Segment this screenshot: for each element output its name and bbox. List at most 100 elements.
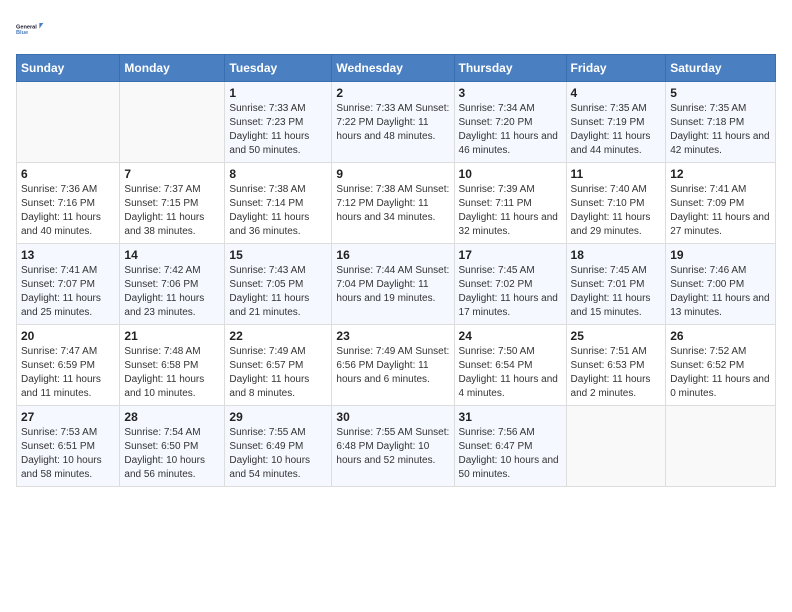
day-number: 9 [336,167,449,181]
calendar-cell: 19 Sunrise: 7:46 AM Sunset: 7:00 PM Dayli… [666,244,776,325]
calendar-cell: 29 Sunrise: 7:55 AM Sunset: 6:49 PM Dayli… [225,406,332,487]
day-info: Sunrise: 7:55 AM Sunset: 6:49 PM Dayligh… [229,426,327,482]
calendar-cell: 5 Sunrise: 7:35 AM Sunset: 7:18 PM Daylig… [666,82,776,163]
logo: GeneralBlue [16,16,44,44]
calendar-cell: 14 Sunrise: 7:42 AM Sunset: 7:06 PM Dayli… [120,244,225,325]
calendar-cell: 22 Sunrise: 7:49 AM Sunset: 6:57 PM Dayli… [225,325,332,406]
day-info: Sunrise: 7:41 AM Sunset: 7:09 PM Dayligh… [670,183,771,239]
day-number: 25 [571,329,662,343]
calendar-cell: 12 Sunrise: 7:41 AM Sunset: 7:09 PM Dayli… [666,163,776,244]
calendar-cell: 4 Sunrise: 7:35 AM Sunset: 7:19 PM Daylig… [566,82,666,163]
day-number: 20 [21,329,115,343]
day-number: 13 [21,248,115,262]
day-info: Sunrise: 7:35 AM Sunset: 7:19 PM Dayligh… [571,102,662,158]
day-number: 10 [459,167,562,181]
calendar-cell: 30 Sunrise: 7:55 AM Sunset: 6:48 PM Dayli… [332,406,454,487]
week-row-2: 13 Sunrise: 7:41 AM Sunset: 7:07 PM Dayli… [17,244,776,325]
calendar-cell: 25 Sunrise: 7:51 AM Sunset: 6:53 PM Dayli… [566,325,666,406]
header-wednesday: Wednesday [332,55,454,82]
day-number: 8 [229,167,327,181]
calendar-cell: 13 Sunrise: 7:41 AM Sunset: 7:07 PM Dayli… [17,244,120,325]
day-number: 23 [336,329,449,343]
day-number: 11 [571,167,662,181]
calendar-cell [566,406,666,487]
day-info: Sunrise: 7:50 AM Sunset: 6:54 PM Dayligh… [459,345,562,401]
day-info: Sunrise: 7:51 AM Sunset: 6:53 PM Dayligh… [571,345,662,401]
calendar-cell: 2Sunrise: 7:33 AM Sunset: 7:22 PM Daylig… [332,82,454,163]
calendar-cell: 31 Sunrise: 7:56 AM Sunset: 6:47 PM Dayli… [454,406,566,487]
calendar-cell: 27Sunrise: 7:53 AM Sunset: 6:51 PM Dayli… [17,406,120,487]
calendar-cell: 18 Sunrise: 7:45 AM Sunset: 7:01 PM Dayli… [566,244,666,325]
day-info: Sunrise: 7:56 AM Sunset: 6:47 PM Dayligh… [459,426,562,482]
day-number: 17 [459,248,562,262]
header-sunday: Sunday [17,55,120,82]
calendar-cell: 17Sunrise: 7:45 AM Sunset: 7:02 PM Dayli… [454,244,566,325]
calendar-cell [120,82,225,163]
svg-text:Blue: Blue [16,30,28,36]
calendar-cell: 24 Sunrise: 7:50 AM Sunset: 6:54 PM Dayli… [454,325,566,406]
day-info: Sunrise: 7:54 AM Sunset: 6:50 PM Dayligh… [124,426,220,482]
day-info: Sunrise: 7:45 AM Sunset: 7:01 PM Dayligh… [571,264,662,320]
calendar-header-row: SundayMondayTuesdayWednesdayThursdayFrid… [17,55,776,82]
week-row-1: 6 Sunrise: 7:36 AM Sunset: 7:16 PM Daylig… [17,163,776,244]
calendar-cell: 8 Sunrise: 7:38 AM Sunset: 7:14 PM Daylig… [225,163,332,244]
calendar-cell: 21Sunrise: 7:48 AM Sunset: 6:58 PM Dayli… [120,325,225,406]
day-number: 18 [571,248,662,262]
day-info: Sunrise: 7:35 AM Sunset: 7:18 PM Dayligh… [670,102,771,158]
page-header: GeneralBlue [16,16,776,44]
day-number: 22 [229,329,327,343]
day-number: 19 [670,248,771,262]
day-number: 14 [124,248,220,262]
header-tuesday: Tuesday [225,55,332,82]
day-number: 7 [124,167,220,181]
day-number: 2 [336,86,449,100]
day-number: 4 [571,86,662,100]
day-info: Sunrise: 7:47 AM Sunset: 6:59 PM Dayligh… [21,345,115,401]
week-row-4: 27Sunrise: 7:53 AM Sunset: 6:51 PM Dayli… [17,406,776,487]
day-info: Sunrise: 7:38 AM Sunset: 7:14 PM Dayligh… [229,183,327,239]
calendar-cell: 16 Sunrise: 7:44 AM Sunset: 7:04 PM Dayli… [332,244,454,325]
calendar-cell: 7 Sunrise: 7:37 AM Sunset: 7:15 PM Daylig… [120,163,225,244]
calendar-cell: 15Sunrise: 7:43 AM Sunset: 7:05 PM Dayli… [225,244,332,325]
day-info: Sunrise: 7:55 AM Sunset: 6:48 PM Dayligh… [336,426,449,468]
day-number: 31 [459,410,562,424]
day-info: Sunrise: 7:49 AM Sunset: 6:57 PM Dayligh… [229,345,327,401]
calendar-cell: 23Sunrise: 7:49 AM Sunset: 6:56 PM Dayli… [332,325,454,406]
day-number: 5 [670,86,771,100]
calendar-cell [17,82,120,163]
week-row-0: 1Sunrise: 7:33 AM Sunset: 7:23 PM Daylig… [17,82,776,163]
header-friday: Friday [566,55,666,82]
day-info: Sunrise: 7:37 AM Sunset: 7:15 PM Dayligh… [124,183,220,239]
day-info: Sunrise: 7:40 AM Sunset: 7:10 PM Dayligh… [571,183,662,239]
day-info: Sunrise: 7:33 AM Sunset: 7:23 PM Dayligh… [229,102,327,158]
day-number: 29 [229,410,327,424]
day-info: Sunrise: 7:36 AM Sunset: 7:16 PM Dayligh… [21,183,115,239]
calendar-cell: 1Sunrise: 7:33 AM Sunset: 7:23 PM Daylig… [225,82,332,163]
day-info: Sunrise: 7:34 AM Sunset: 7:20 PM Dayligh… [459,102,562,158]
day-number: 26 [670,329,771,343]
header-thursday: Thursday [454,55,566,82]
calendar-cell: 6 Sunrise: 7:36 AM Sunset: 7:16 PM Daylig… [17,163,120,244]
day-number: 28 [124,410,220,424]
calendar-cell: 9Sunrise: 7:38 AM Sunset: 7:12 PM Daylig… [332,163,454,244]
calendar-cell: 20 Sunrise: 7:47 AM Sunset: 6:59 PM Dayli… [17,325,120,406]
day-info: Sunrise: 7:39 AM Sunset: 7:11 PM Dayligh… [459,183,562,239]
day-number: 3 [459,86,562,100]
day-number: 12 [670,167,771,181]
day-number: 30 [336,410,449,424]
day-number: 24 [459,329,562,343]
day-info: Sunrise: 7:46 AM Sunset: 7:00 PM Dayligh… [670,264,771,320]
calendar-cell: 28 Sunrise: 7:54 AM Sunset: 6:50 PM Dayli… [120,406,225,487]
header-monday: Monday [120,55,225,82]
calendar-cell: 26 Sunrise: 7:52 AM Sunset: 6:52 PM Dayli… [666,325,776,406]
day-info: Sunrise: 7:42 AM Sunset: 7:06 PM Dayligh… [124,264,220,320]
day-info: Sunrise: 7:44 AM Sunset: 7:04 PM Dayligh… [336,264,449,306]
calendar-table: SundayMondayTuesdayWednesdayThursdayFrid… [16,54,776,487]
svg-text:General: General [16,25,37,31]
calendar-cell: 3 Sunrise: 7:34 AM Sunset: 7:20 PM Daylig… [454,82,566,163]
day-info: Sunrise: 7:41 AM Sunset: 7:07 PM Dayligh… [21,264,115,320]
day-number: 6 [21,167,115,181]
day-number: 16 [336,248,449,262]
calendar-cell: 10 Sunrise: 7:39 AM Sunset: 7:11 PM Dayli… [454,163,566,244]
day-info: Sunrise: 7:52 AM Sunset: 6:52 PM Dayligh… [670,345,771,401]
